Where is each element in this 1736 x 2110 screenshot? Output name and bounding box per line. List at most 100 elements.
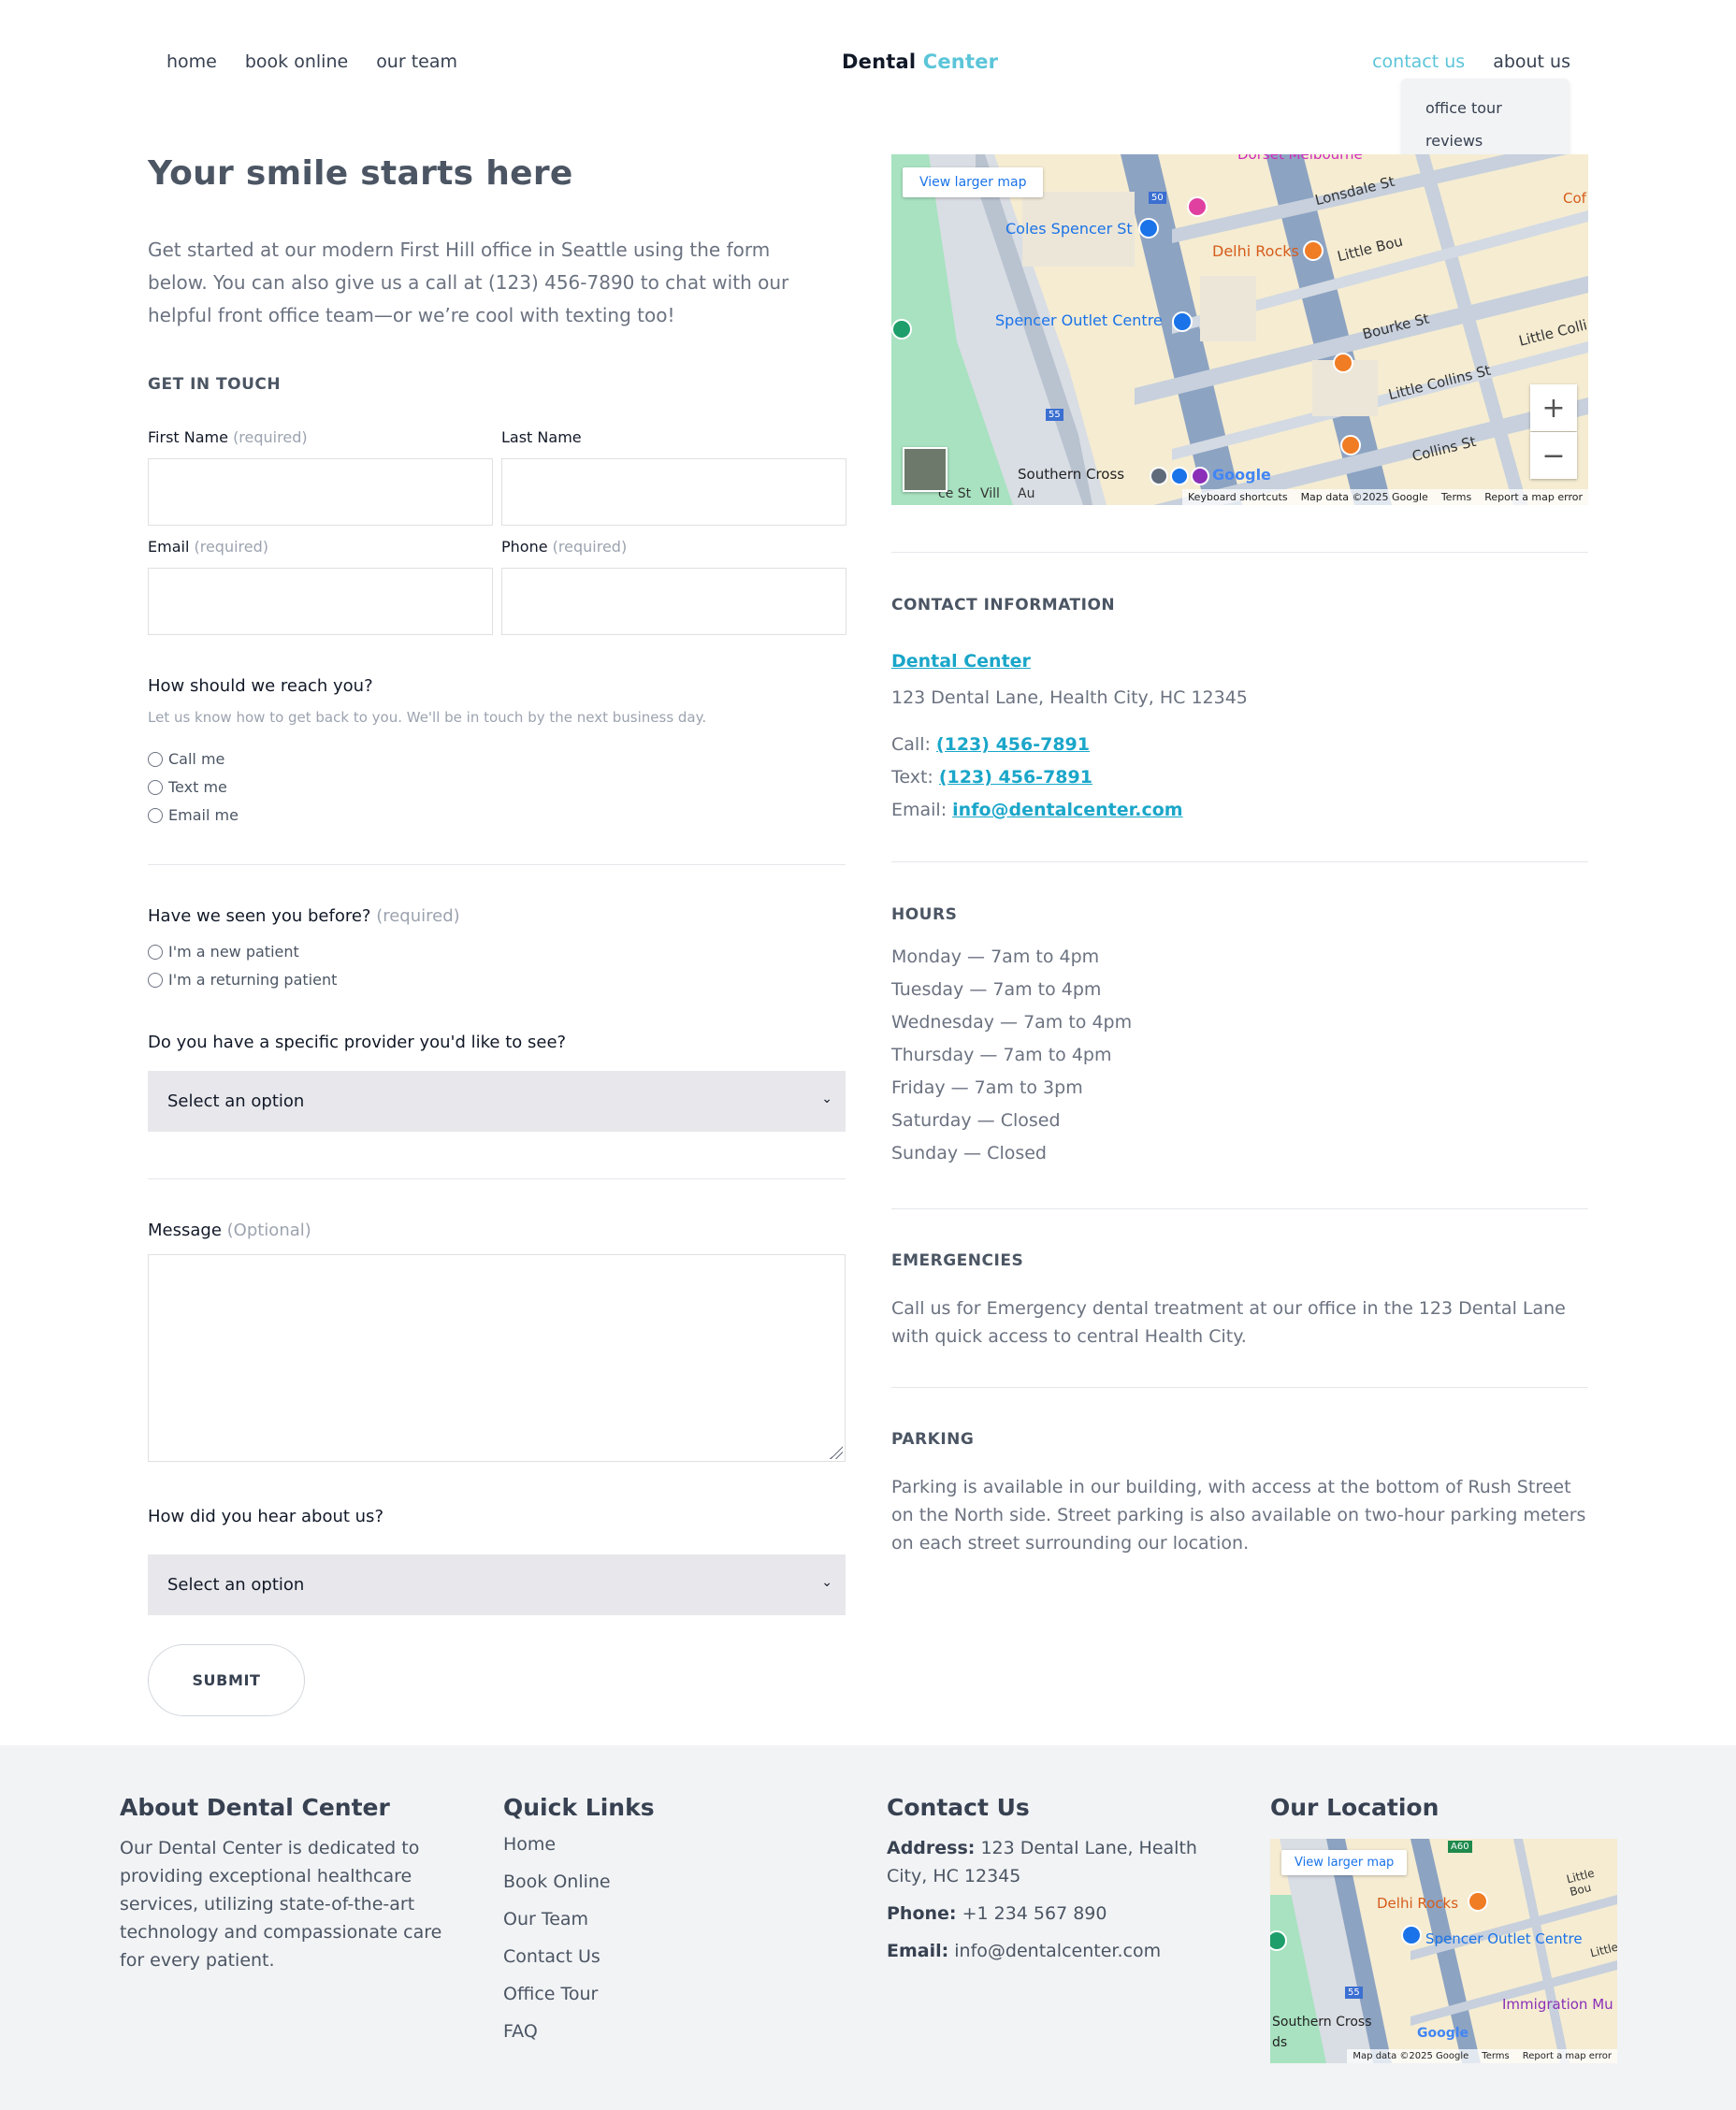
map-embed[interactable]: View larger map Coles Spencer St Spencer… [891, 154, 1588, 505]
resize-grip-icon[interactable] [830, 1446, 843, 1459]
map-label: Vill [980, 486, 1000, 501]
footer-link-our-team[interactable]: Our Team [503, 1909, 784, 1946]
footer-link-book-online[interactable]: Book Online [503, 1872, 784, 1909]
provider-select[interactable]: Select an option ⌄ [148, 1071, 846, 1132]
restaurant-pin-icon[interactable] [1340, 435, 1361, 455]
chevron-down-icon: ⌄ [821, 1575, 832, 1590]
footer-link-office-tour[interactable]: Office Tour [503, 1984, 784, 2021]
contact-name: Dental Center [891, 647, 1031, 675]
radio-call-me[interactable]: Call me [148, 750, 224, 768]
footer-map-embed[interactable]: View larger map Delhi Rocks Spencer Outl… [1270, 1839, 1617, 2063]
divider [891, 552, 1588, 553]
terms-link[interactable]: Terms [1482, 2051, 1509, 2061]
map-label: ds [1272, 2035, 1288, 2050]
report-map-error-link[interactable]: Report a map error [1484, 491, 1583, 503]
divider [148, 1178, 846, 1179]
required-marker: (required) [552, 538, 628, 556]
message-textarea[interactable] [148, 1254, 846, 1462]
radio-circle[interactable] [148, 751, 163, 767]
view-larger-map-link[interactable]: View larger map [903, 167, 1044, 197]
train-station-icon[interactable] [1150, 467, 1168, 485]
zoom-in-button[interactable]: + [1530, 384, 1577, 431]
select-value: Select an option [167, 1575, 305, 1595]
footer-location: Our Location [1270, 1794, 1617, 1834]
google-logo: Google [1417, 2026, 1469, 2041]
map-label: Coles Spencer St [1005, 220, 1133, 238]
text-link[interactable]: (123) 456-7891 [939, 767, 1092, 788]
contact-email: Email: info@dentalcenter.com [891, 796, 1183, 824]
divider [891, 1208, 1588, 1209]
park-pin-icon[interactable] [891, 319, 912, 340]
hotel-pin-icon[interactable] [1187, 196, 1208, 217]
nav-about-us[interactable]: about us [1493, 51, 1570, 72]
call-link[interactable]: (123) 456-7891 [936, 734, 1090, 755]
seen-question-text: Have we seen you before? [148, 906, 371, 926]
radio-label: Text me [168, 778, 227, 796]
report-map-error-link[interactable]: Report a map error [1523, 2051, 1612, 2061]
tram-station-icon[interactable] [1170, 467, 1189, 485]
nav-contact-us[interactable]: contact us [1372, 51, 1465, 72]
nav-book-online[interactable]: book online [245, 51, 348, 72]
view-larger-map-link[interactable]: View larger map [1281, 1850, 1408, 1875]
required-marker: (required) [233, 428, 308, 446]
restaurant-pin-icon[interactable] [1303, 240, 1324, 261]
radio-new-patient[interactable]: I'm a new patient [148, 943, 299, 961]
dropdown-office-tour[interactable]: office tour [1425, 99, 1570, 132]
nav-our-team[interactable]: our team [376, 51, 457, 72]
footer-link-contact-us[interactable]: Contact Us [503, 1946, 784, 1984]
hours-row: Tuesday — 7am to 4pm [891, 979, 1102, 1000]
hear-select[interactable]: Select an option ⌄ [148, 1554, 846, 1615]
email-label: Email: [887, 1941, 949, 1961]
footer-phone: Phone: +1 234 567 890 [887, 1900, 1233, 1928]
email-link[interactable]: info@dentalcenter.com [952, 800, 1182, 820]
map-label: Spencer Outlet Centre [1425, 1930, 1583, 1947]
footer-location-title: Our Location [1270, 1794, 1439, 1821]
footer-contact: Contact Us Address: 123 Dental Lane, Hea… [887, 1794, 1233, 1974]
first-name-label: First Name (required) [148, 428, 308, 446]
footer-about-text: Our Dental Center is dedicated to provid… [120, 1838, 442, 1971]
footer-link-home[interactable]: Home [503, 1834, 784, 1872]
submit-button[interactable]: SUBMIT [148, 1644, 305, 1716]
required-marker: (required) [194, 538, 269, 556]
radio-email-me[interactable]: Email me [148, 806, 239, 824]
radio-circle[interactable] [148, 972, 163, 988]
email-input[interactable] [148, 568, 493, 635]
radio-circle[interactable] [148, 944, 163, 960]
map-label: Dorset Melbourne [1237, 154, 1363, 163]
shopping-pin-icon[interactable] [1138, 218, 1159, 238]
divider [891, 861, 1588, 862]
restaurant-pin-icon[interactable] [1333, 353, 1353, 373]
contact-name-link[interactable]: Dental Center [891, 651, 1031, 672]
call-label: Call: [891, 734, 931, 755]
provider-question: Do you have a specific provider you'd li… [148, 1033, 567, 1052]
nav-home[interactable]: home [166, 51, 217, 72]
radio-text-me[interactable]: Text me [148, 778, 227, 796]
message-label-text: Message [148, 1221, 222, 1240]
road-number-badge: 50 [1149, 192, 1166, 204]
radio-circle[interactable] [148, 807, 163, 823]
phone-input[interactable] [501, 568, 846, 635]
last-name-label: Last Name [501, 428, 582, 446]
zoom-out-button[interactable]: − [1530, 432, 1577, 479]
brand-logo[interactable]: Dental Center [842, 51, 998, 73]
radio-returning-patient[interactable]: I'm a returning patient [148, 971, 337, 989]
address-label: Address: [887, 1838, 976, 1858]
reach-hint: Let us know how to get back to you. We'l… [148, 709, 707, 726]
shopping-pin-icon[interactable] [1401, 1925, 1422, 1945]
first-name-input[interactable] [148, 458, 493, 526]
map-label: Southern Cross [1272, 2015, 1372, 2030]
restaurant-pin-icon[interactable] [1468, 1891, 1488, 1912]
bus-station-icon[interactable] [1191, 467, 1209, 485]
hours-row: Friday — 7am to 3pm [891, 1077, 1083, 1098]
footer-map-attribution: Map data ©2025 Google Terms Report a map… [1347, 2049, 1617, 2063]
shopping-pin-icon[interactable] [1172, 311, 1193, 332]
terms-link[interactable]: Terms [1441, 491, 1471, 503]
last-name-input[interactable] [501, 458, 846, 526]
email-label: Email (required) [148, 538, 268, 556]
radio-circle[interactable] [148, 779, 163, 795]
footer-about: About Dental Center Our Dental Center is… [120, 1794, 466, 1974]
footer-link-faq[interactable]: FAQ [503, 2021, 784, 2059]
keyboard-shortcuts-link[interactable]: Keyboard shortcuts [1188, 491, 1288, 503]
satellite-toggle-thumbnail[interactable] [903, 447, 948, 492]
road-number-badge: 55 [1046, 409, 1063, 421]
